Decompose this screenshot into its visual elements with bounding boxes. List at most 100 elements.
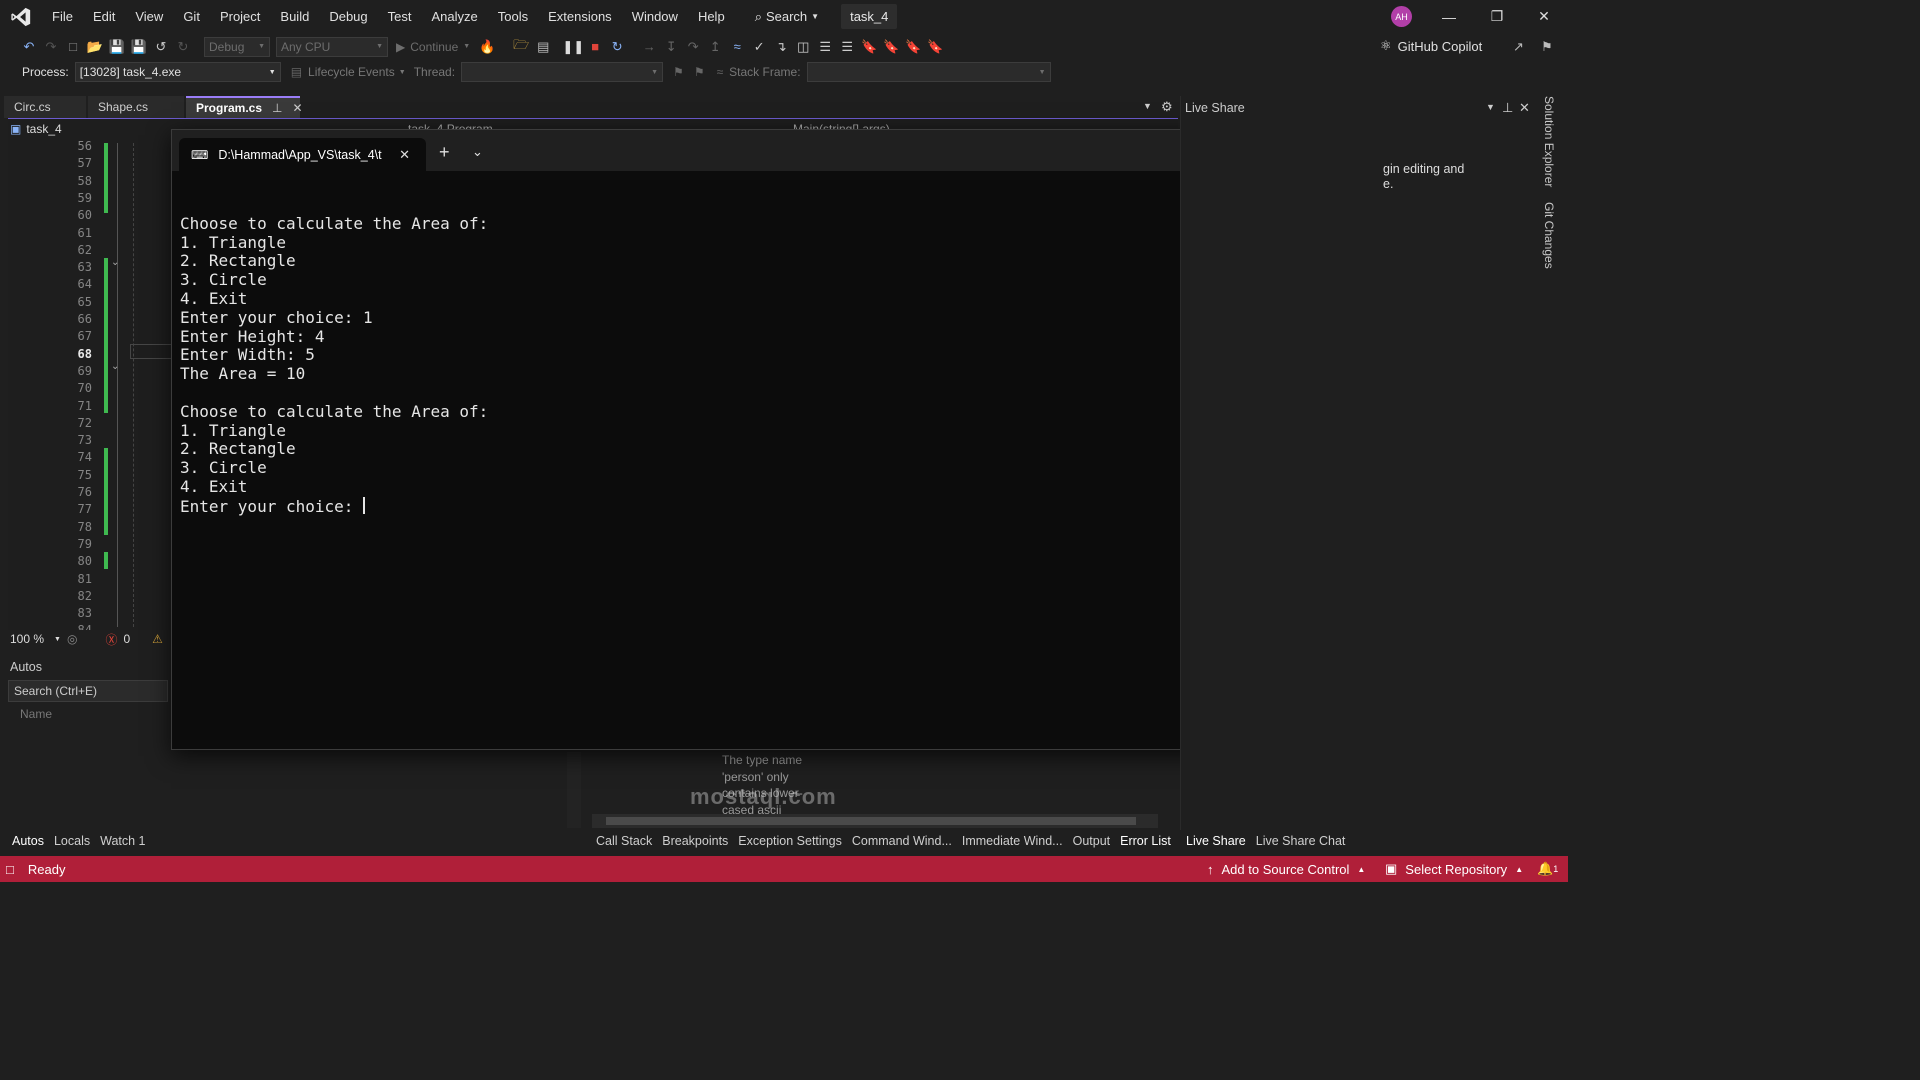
tab-list-dropdown-icon[interactable]: ▼ xyxy=(1143,101,1152,111)
autos-search-input[interactable]: Search (Ctrl+E) xyxy=(8,680,168,702)
close-icon[interactable]: ✕ xyxy=(1521,0,1567,33)
collapse-icon[interactable]: ⌄ xyxy=(111,361,119,372)
clear-bookmarks-icon[interactable]: 🔖 xyxy=(924,36,946,58)
tab-live-share-chat[interactable]: Live Share Chat xyxy=(1256,834,1346,848)
tab-breakpoints[interactable]: Breakpoints xyxy=(662,834,728,848)
show-next-statement-icon[interactable]: → xyxy=(638,36,660,58)
configuration-select[interactable]: Debug ▼ xyxy=(204,36,270,57)
zoom-level[interactable]: 100 % xyxy=(10,632,44,646)
tab-live-share[interactable]: Live Share xyxy=(1186,834,1246,848)
menu-build[interactable]: Build xyxy=(270,0,319,33)
flag-icon[interactable]: ⚑ xyxy=(673,65,684,79)
menu-extensions[interactable]: Extensions xyxy=(538,0,622,33)
tab-dropdown-icon[interactable]: ⌄ xyxy=(472,144,483,160)
pause-icon[interactable]: ❚❚ xyxy=(562,36,584,58)
new-tab-icon[interactable]: + xyxy=(439,142,450,163)
menu-edit[interactable]: Edit xyxy=(83,0,125,33)
open-folder-icon[interactable]: 📂 xyxy=(84,36,106,58)
tab-output[interactable]: Output xyxy=(1073,834,1111,848)
menu-help[interactable]: Help xyxy=(688,0,735,33)
stack-frame-select[interactable]: ▼ xyxy=(806,62,1051,82)
back-icon[interactable]: ↶ xyxy=(18,36,40,58)
spell-check-icon[interactable]: ✓ xyxy=(748,36,770,58)
tab-immediate-wind[interactable]: Immediate Wind... xyxy=(962,834,1063,848)
collapse-icon[interactable]: ⌄ xyxy=(111,257,119,268)
step-icon[interactable]: ↴ xyxy=(770,36,792,58)
forward-icon[interactable]: ↷ xyxy=(40,36,62,58)
tab-locals[interactable]: Locals xyxy=(54,834,90,848)
feedback-icon[interactable]: ⚑ xyxy=(1541,39,1553,55)
browse-icon[interactable]: 🗁 xyxy=(510,36,532,58)
tab-shape-cs[interactable]: Shape.cs xyxy=(88,96,184,118)
redo-icon[interactable]: ↻ xyxy=(172,36,194,58)
menu-debug[interactable]: Debug xyxy=(319,0,377,33)
process-select[interactable]: [13028] task_4.exe ▼ xyxy=(74,62,281,82)
save-all-icon[interactable]: 💾 xyxy=(128,36,150,58)
menu-tools[interactable]: Tools xyxy=(488,0,538,33)
tab-program-cs[interactable]: Program.cs ⊥ ✕ xyxy=(186,96,303,118)
close-tab-icon[interactable]: ✕ xyxy=(292,101,302,115)
avatar[interactable]: AH xyxy=(1391,6,1412,27)
pin-icon[interactable]: ⊥ xyxy=(1502,100,1513,116)
error-icon[interactable]: Ⓧ xyxy=(105,631,117,648)
bookmark-icon[interactable]: 🔖 xyxy=(858,36,880,58)
hot-reload-icon[interactable]: 🔥 xyxy=(476,36,498,58)
layout-icon[interactable]: ▤ xyxy=(532,36,554,58)
menu-view[interactable]: View xyxy=(125,0,173,33)
platform-select[interactable]: Any CPU ▼ xyxy=(276,36,388,57)
menu-test[interactable]: Test xyxy=(378,0,422,33)
minimize-icon[interactable]: — xyxy=(1426,0,1472,33)
project-nav[interactable]: ▣ task_4 xyxy=(10,122,62,136)
tab-watch-1[interactable]: Watch 1 xyxy=(100,834,145,848)
tab-exception-settings[interactable]: Exception Settings xyxy=(738,834,842,848)
restore-icon[interactable]: ❐ xyxy=(1474,0,1520,33)
step-over-icon[interactable]: ↷ xyxy=(682,36,704,58)
next-bookmark-icon[interactable]: 🔖 xyxy=(902,36,924,58)
restart-icon[interactable]: ↻ xyxy=(606,36,628,58)
continue-button[interactable]: ▶ Continue ▼ xyxy=(396,40,470,54)
solution-explorer-tab[interactable]: Solution Explorer xyxy=(1542,96,1556,187)
lifecycle-events-button[interactable]: Lifecycle Events xyxy=(308,65,395,79)
undo-icon[interactable]: ↺ xyxy=(150,36,172,58)
warning-icon[interactable]: ⚠ xyxy=(152,632,163,646)
menu-git[interactable]: Git xyxy=(173,0,210,33)
uncomment-icon[interactable]: ☰ xyxy=(836,36,858,58)
select-repository-button[interactable]: ▣ Select Repository ▲ xyxy=(1385,861,1523,877)
flag-all-icon[interactable]: ⚑ xyxy=(694,65,705,79)
git-changes-tab[interactable]: Git Changes xyxy=(1542,202,1556,269)
console-tab[interactable]: ⌨ D:\Hammad\App_VS\task_4\t ✕ xyxy=(179,138,426,171)
menu-window[interactable]: Window xyxy=(622,0,688,33)
panel-dropdown-icon[interactable]: ▼ xyxy=(1486,102,1495,112)
menu-analyze[interactable]: Analyze xyxy=(421,0,487,33)
panel-icon[interactable]: ◫ xyxy=(792,36,814,58)
save-icon[interactable]: 💾 xyxy=(106,36,128,58)
tab-autos[interactable]: Autos xyxy=(12,834,44,848)
vertical-scrollbar[interactable] xyxy=(567,752,581,828)
search-button[interactable]: ⌕ Search ▼ xyxy=(745,0,829,33)
comment-icon[interactable]: ☰ xyxy=(814,36,836,58)
tab-error-list[interactable]: Error List xyxy=(1120,834,1171,848)
console-output[interactable]: Choose to calculate the Area of: 1. Trian… xyxy=(180,196,488,517)
prev-bookmark-icon[interactable]: 🔖 xyxy=(880,36,902,58)
menu-project[interactable]: Project xyxy=(210,0,270,33)
menu-file[interactable]: File xyxy=(42,0,83,33)
tab-circ-cs[interactable]: Circ.cs xyxy=(4,96,86,118)
step-out-icon[interactable]: ↥ xyxy=(704,36,726,58)
new-item-icon[interactable]: □ xyxy=(62,36,84,58)
close-panel-icon[interactable]: ✕ xyxy=(1519,100,1530,116)
notification-icon[interactable]: □ xyxy=(6,862,14,877)
name-column-header[interactable]: Name xyxy=(20,707,52,721)
tab-command-wind[interactable]: Command Wind... xyxy=(852,834,952,848)
github-copilot-button[interactable]: ⚛ GitHub Copilot xyxy=(1380,38,1482,54)
tab-settings-gear-icon[interactable]: ⚙ xyxy=(1161,99,1173,115)
notifications-bell[interactable]: 🔔 1 xyxy=(1537,861,1558,877)
pin-icon[interactable]: ⊥ xyxy=(272,101,282,115)
thread-select[interactable]: ▼ xyxy=(461,62,664,82)
stop-icon[interactable]: ■ xyxy=(584,36,606,58)
horizontal-scrollbar[interactable] xyxy=(592,814,1158,828)
diagnostics-icon[interactable]: ≈ xyxy=(726,36,748,58)
close-tab-icon[interactable]: ✕ xyxy=(399,147,410,163)
step-into-icon[interactable]: ↧ xyxy=(660,36,682,58)
add-to-source-control-button[interactable]: ↑ Add to Source Control ▲ xyxy=(1207,862,1365,877)
tab-call-stack[interactable]: Call Stack xyxy=(596,834,652,848)
